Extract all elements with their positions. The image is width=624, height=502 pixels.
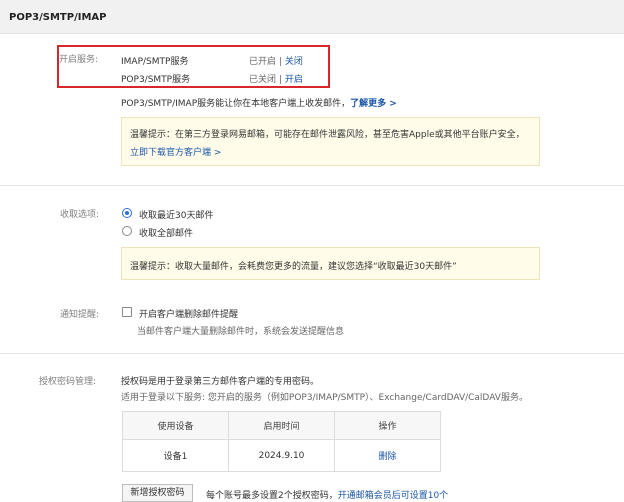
auth-scope-description: 适用于登录以下服务: 您开启的服务（例如POP3/IMAP/SMTP）、Exch… [121,393,528,403]
auth-description: 授权码是用于登录第三方邮件客户端的专用密码。 [121,377,320,387]
auth-code-table: 使用设备 启用时间 操作 设备1 2024.9.10 删除 [122,411,441,472]
radio-all-mail[interactable] [122,226,132,236]
close-imap-link[interactable]: 关闭 [285,57,303,67]
add-auth-code-button[interactable]: 新增授权密码 [122,484,193,502]
service-status-imap: 已开启 | 关闭 [249,54,303,67]
description-text: POP3/SMTP/IMAP服务能让你在本地客户端上收发邮件， [121,99,351,109]
status-text: 已开启 [249,57,277,67]
table-row: 设备1 2024.9.10 删除 [122,439,441,472]
radio-label-all: 收取全部邮件 [139,229,194,239]
auth-label: 授权密码管理: [39,377,97,387]
radio-label-recent: 收取最近30天邮件 [139,211,214,221]
open-pop3-link[interactable]: 开启 [285,75,303,85]
divider [0,185,624,186]
service-name-imap: IMAP/SMTP服务 [121,57,189,67]
radio-recent-30-days[interactable] [122,208,132,218]
delete-reminder-checkbox[interactable] [122,307,132,317]
services-description: POP3/SMTP/IMAP服务能让你在本地客户端上收发邮件，了解更多 > [121,96,397,109]
delete-link[interactable]: 删除 [378,452,396,462]
notify-description: 当邮件客户端大量删除邮件时，系统会发送提醒信息 [137,327,345,337]
status-text: 已关闭 [249,75,277,85]
time-cell: 2024.9.10 [228,439,335,472]
receive-label: 收取选项: [60,210,100,220]
learn-more-link[interactable]: 了解更多 > [350,99,397,109]
risk-tip-box [121,117,540,166]
download-client-link[interactable]: 立即下载官方客户端 > [130,145,221,158]
notify-label: 通知提醒: [60,310,100,320]
separator: | [278,57,282,67]
service-status-pop3: 已关闭 | 开启 [249,72,303,85]
device-cell: 设备1 [122,439,229,472]
traffic-tip-text: 温馨提示：收取大量邮件，会耗费您更多的流量，建议您选择“收取最近30天邮件” [130,262,457,272]
risk-tip-text: 温馨提示：在第三方登录网易邮箱，可能存在邮件泄露风险，甚至危害Apple或其他平… [130,130,525,140]
service-name-pop3: POP3/SMTP服务 [121,75,191,85]
delete-reminder-label: 开启客户端删除邮件提醒 [139,310,239,320]
separator: | [278,75,282,85]
table-header-row: 使用设备 启用时间 操作 [122,411,441,440]
column-header-action: 操作 [334,411,441,440]
column-header-device: 使用设备 [122,411,229,440]
divider [0,353,624,354]
column-header-time: 启用时间 [228,411,335,440]
action-cell: 删除 [334,439,441,472]
section-title: POP3/SMTP/IMAP [9,12,107,23]
auth-footer: 每个账号最多设置2个授权密码，开通邮箱会员后可设置10个 [206,488,448,501]
